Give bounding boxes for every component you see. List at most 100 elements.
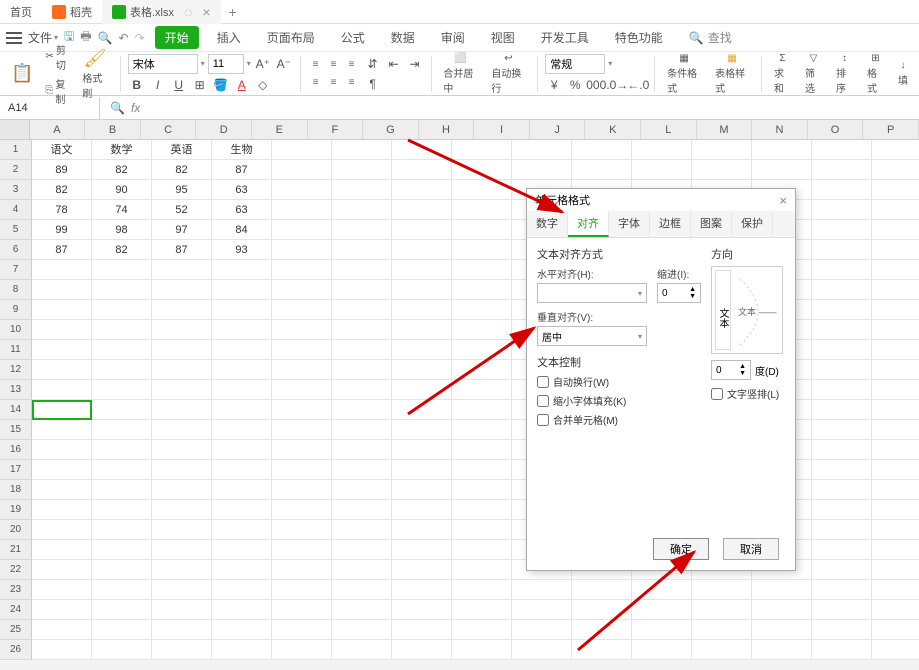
column-header[interactable]: L [641,120,697,139]
cell[interactable] [452,640,512,659]
cell[interactable] [812,200,872,219]
select-all-corner[interactable] [0,120,30,139]
tab-review[interactable]: 审阅 [433,26,473,49]
cell[interactable] [392,280,452,299]
cell[interactable] [812,160,872,179]
cell[interactable] [752,600,812,619]
cell[interactable] [152,300,212,319]
cell[interactable]: 82 [32,180,92,199]
orient-vertical[interactable]: 文本 [715,270,731,350]
chevron-down-icon[interactable]: ▾ [247,59,251,68]
hamburger-icon[interactable] [6,32,22,44]
cell[interactable] [392,320,452,339]
cell[interactable]: 90 [92,180,152,199]
row-header[interactable]: 20 [0,520,32,540]
cell[interactable] [272,240,332,259]
row-header[interactable]: 1 [0,140,32,160]
cell[interactable]: 78 [32,200,92,219]
cell[interactable] [212,280,272,299]
column-header[interactable]: B [85,120,141,139]
tab-insert[interactable]: 插入 [209,26,249,49]
row-header[interactable]: 13 [0,380,32,400]
cell[interactable]: 84 [212,220,272,239]
merge-checkbox[interactable]: 合并单元格(M) [537,412,701,427]
cell[interactable]: 95 [152,180,212,199]
row-header[interactable]: 24 [0,600,32,620]
tab-layout[interactable]: 页面布局 [259,26,323,49]
cell[interactable] [152,500,212,519]
cell[interactable] [272,140,332,159]
shrink-checkbox-input[interactable] [537,395,549,407]
cell[interactable] [392,420,452,439]
column-header[interactable]: M [697,120,753,139]
cell[interactable]: 89 [32,160,92,179]
cell[interactable] [92,620,152,639]
cell[interactable] [32,560,92,579]
cell[interactable] [152,280,212,299]
percent-button[interactable]: % [566,76,584,94]
cell[interactable] [32,320,92,339]
cell[interactable] [332,560,392,579]
cell[interactable] [512,600,572,619]
cell[interactable] [752,620,812,639]
cell[interactable] [332,580,392,599]
row-header[interactable]: 26 [0,640,32,660]
column-header[interactable]: H [419,120,475,139]
cell[interactable] [452,180,512,199]
cell[interactable] [392,600,452,619]
formula-input[interactable] [150,97,919,119]
cell[interactable] [32,440,92,459]
cell[interactable]: 生物 [212,140,272,159]
cell[interactable] [872,440,919,459]
cell[interactable] [272,300,332,319]
cell[interactable] [32,300,92,319]
cell[interactable] [812,220,872,239]
cell[interactable] [692,600,752,619]
cell[interactable] [332,340,392,359]
cell[interactable] [812,240,872,259]
wrap-checkbox-input[interactable] [537,376,549,388]
cell[interactable] [872,220,919,239]
vertical-text-input[interactable] [711,388,723,400]
align-left-button[interactable]: ≡ [308,75,324,91]
cell[interactable] [812,180,872,199]
cell[interactable]: 87 [152,240,212,259]
tab-start[interactable]: 开始 [155,26,199,49]
dlg-tab-protect[interactable]: 保护 [732,211,773,237]
cell[interactable] [212,540,272,559]
cell[interactable] [692,160,752,179]
dlg-tab-pattern[interactable]: 图案 [691,211,732,237]
cell[interactable] [452,620,512,639]
row-header[interactable]: 4 [0,200,32,220]
cell[interactable] [32,500,92,519]
cell[interactable] [872,540,919,559]
cell[interactable] [92,440,152,459]
cell[interactable] [392,580,452,599]
cell[interactable] [872,140,919,159]
cell[interactable] [332,300,392,319]
cell[interactable] [332,420,392,439]
cell[interactable]: 97 [152,220,212,239]
cell[interactable] [872,480,919,499]
cell[interactable] [32,260,92,279]
cell[interactable] [632,140,692,159]
cell[interactable] [752,140,812,159]
tab-formula[interactable]: 公式 [333,26,373,49]
cell[interactable] [392,160,452,179]
cell[interactable] [872,520,919,539]
align-middle-button[interactable]: ≡ [326,57,342,73]
fill-button[interactable]: ↓ 填 [893,60,913,87]
paste-button[interactable]: 📋 [6,63,38,84]
cell[interactable] [812,520,872,539]
row-header[interactable]: 8 [0,280,32,300]
cell[interactable]: 82 [92,240,152,259]
cell[interactable] [632,580,692,599]
cell[interactable] [452,600,512,619]
cell[interactable] [272,520,332,539]
cell[interactable] [392,200,452,219]
cell[interactable] [812,400,872,419]
search-fx-icon[interactable]: 🔍 [110,101,125,115]
cell[interactable] [692,620,752,639]
cell[interactable] [332,540,392,559]
cell[interactable] [872,340,919,359]
